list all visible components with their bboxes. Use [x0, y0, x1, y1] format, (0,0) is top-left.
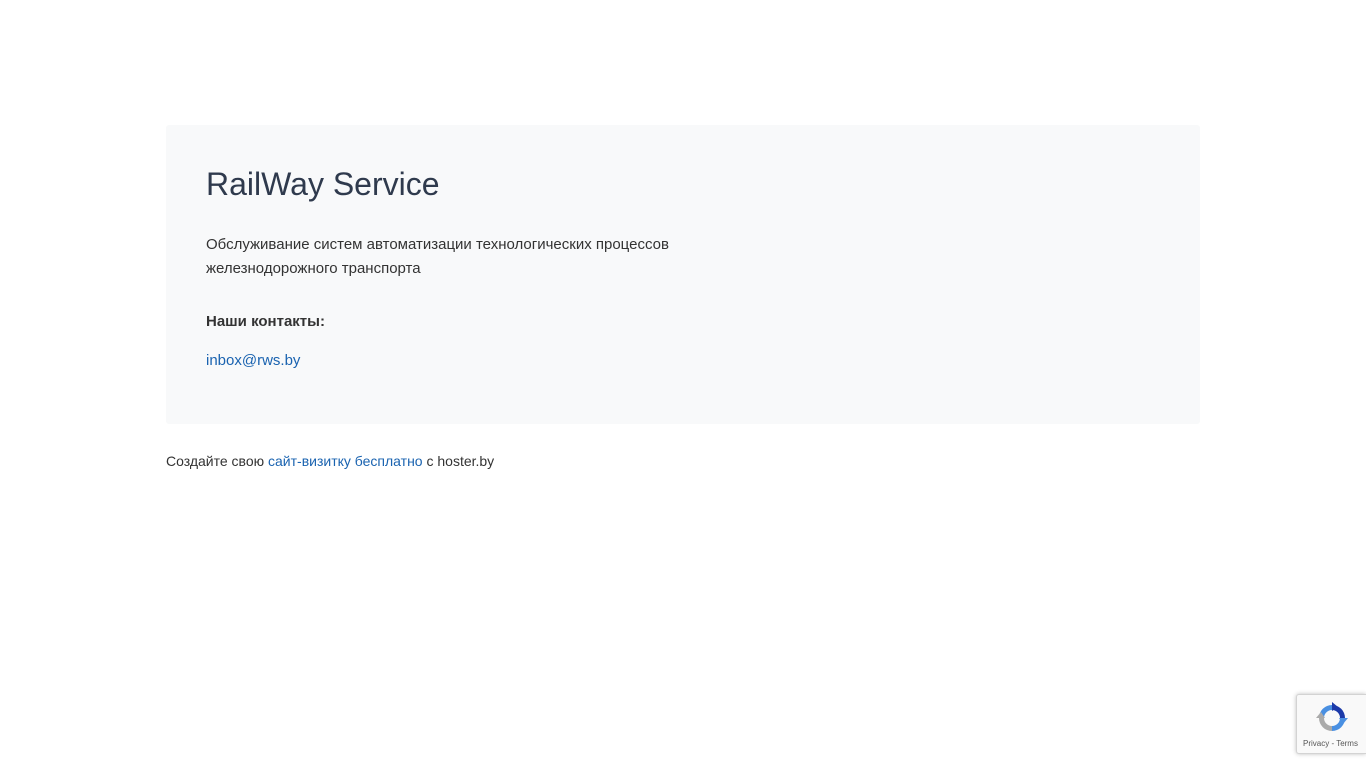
footer-suffix: с hoster.by — [422, 453, 495, 469]
site-description: Обслуживание систем автоматизации технол… — [206, 236, 669, 277]
business-card: RailWay Service Обслуживание систем авто… — [166, 125, 1200, 424]
recaptcha-icon — [1316, 702, 1348, 731]
page: RailWay Service Обслуживание систем авто… — [0, 0, 1366, 768]
recaptcha-terms[interactable]: Privacy - Terms — [1303, 739, 1358, 749]
footer: Создайте свою сайт-визитку бесплатно с h… — [166, 452, 494, 470]
site-title: RailWay Service — [206, 166, 440, 202]
create-site-link[interactable]: сайт-визитку бесплатно — [268, 453, 423, 469]
contact-email-link[interactable]: inbox@rws.by — [206, 350, 300, 372]
recaptcha-badge[interactable]: Privacy - Terms — [1296, 694, 1366, 754]
footer-prefix: Создайте свою — [166, 453, 269, 469]
contacts-heading: Наши контакты: — [206, 313, 325, 330]
